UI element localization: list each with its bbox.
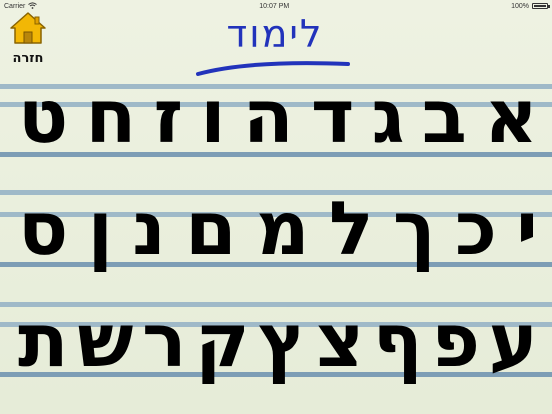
house-icon <box>8 10 48 50</box>
letter-resh[interactable]: ר <box>142 304 187 378</box>
letter-pe-sofit[interactable]: ף <box>373 304 423 378</box>
letter-kaf-sofit[interactable]: ך <box>393 192 436 266</box>
letter-row-2: י כ ך ל מ ם נ ן ס <box>18 192 538 266</box>
letter-nun[interactable]: נ <box>132 192 166 266</box>
letter-zayin[interactable]: ז <box>153 80 183 154</box>
letter-lamed[interactable]: ל <box>329 192 374 266</box>
letter-alef[interactable]: א <box>484 80 538 154</box>
letter-pe[interactable]: פ <box>431 304 480 378</box>
letter-he[interactable]: ה <box>243 80 294 154</box>
letter-het[interactable]: ח <box>85 80 136 154</box>
carrier-label: Carrier <box>4 2 26 10</box>
home-button-label: חזרה <box>12 51 44 66</box>
letter-tav[interactable]: ת <box>18 304 69 378</box>
letter-mem-sofit[interactable]: ם <box>185 192 237 266</box>
letter-row-3: ע פ ף צ ץ ק ר ש ת <box>18 304 538 378</box>
letter-samekh[interactable]: ס <box>18 192 68 266</box>
battery-percent: 100% <box>511 2 529 10</box>
letter-bet[interactable]: ב <box>422 80 467 154</box>
letter-tsadi-sofit[interactable]: ץ <box>258 304 307 378</box>
letter-tet[interactable]: ט <box>18 80 68 154</box>
page-title: לימוד <box>226 12 324 56</box>
letter-gimel[interactable]: ג <box>372 80 405 154</box>
letter-kaf[interactable]: כ <box>455 192 497 266</box>
letter-vav[interactable]: ו <box>200 80 225 154</box>
letter-mem[interactable]: מ <box>256 192 310 266</box>
letter-ayin[interactable]: ע <box>489 304 538 378</box>
letter-yod[interactable]: י <box>516 192 538 266</box>
title-area: לימוד <box>190 8 360 80</box>
letter-tsadi[interactable]: צ <box>316 304 364 378</box>
letter-nun-sofit[interactable]: ן <box>88 192 113 266</box>
home-button[interactable]: חזרה <box>4 10 52 70</box>
letter-dalet[interactable]: ד <box>311 80 355 154</box>
letter-row-1: א ב ג ד ה ו ז ח ט <box>18 80 538 154</box>
battery-icon <box>531 3 550 9</box>
letter-qof[interactable]: ק <box>195 304 250 378</box>
letter-shin[interactable]: ש <box>77 304 133 378</box>
